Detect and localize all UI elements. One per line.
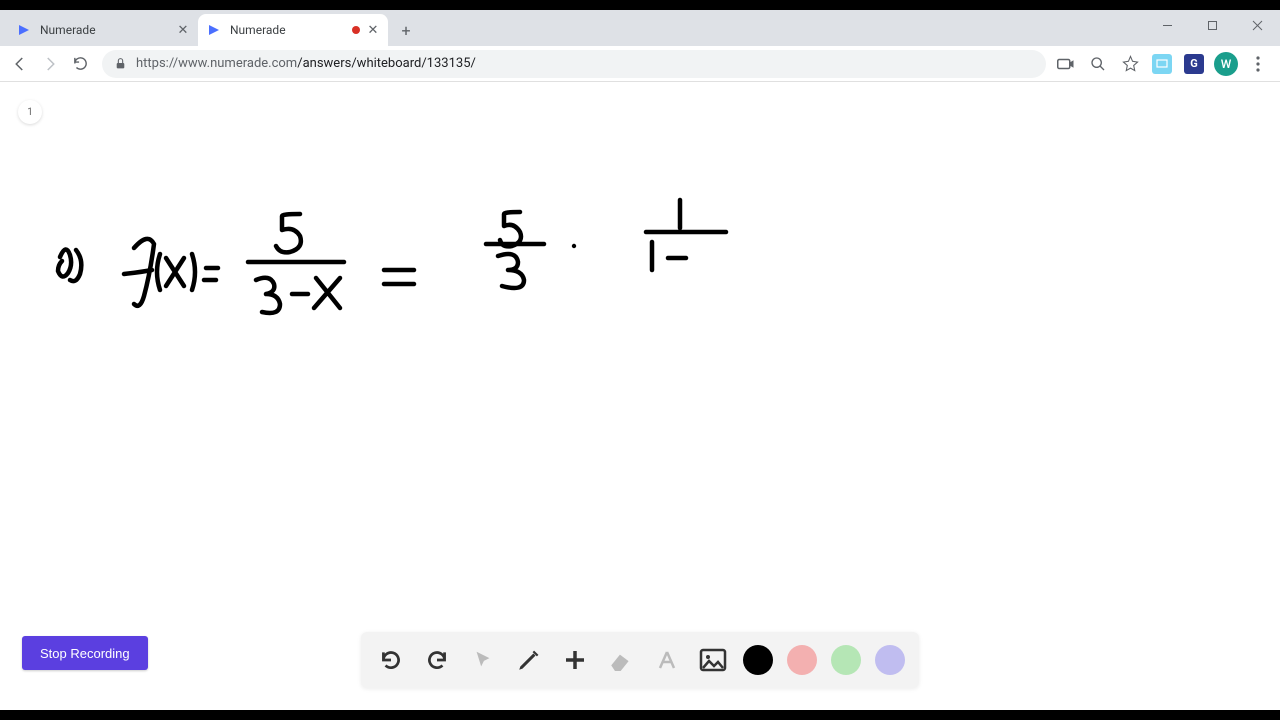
favicon-numerade — [206, 22, 222, 38]
tab-title: Numerade — [230, 23, 352, 37]
browser-toolbar: https://www.numerade.com/answers/whitebo… — [0, 46, 1280, 82]
pointer-tool[interactable] — [467, 644, 499, 676]
profile-avatar[interactable]: W — [1214, 52, 1238, 76]
text-tool[interactable] — [651, 644, 683, 676]
stop-recording-button[interactable]: Stop Recording — [22, 636, 148, 670]
color-green[interactable] — [831, 645, 861, 675]
window-top-border — [0, 0, 1280, 10]
lock-icon — [114, 57, 128, 71]
url-path: /answers/whiteboard/133135/ — [297, 56, 476, 71]
image-tool[interactable] — [697, 644, 729, 676]
browser-window: Numerade ✕ Numerade ✕ + https://www.nume… — [0, 10, 1280, 710]
address-bar[interactable]: https://www.numerade.com/answers/whitebo… — [102, 50, 1046, 78]
tab-numerade-2[interactable]: Numerade ✕ — [198, 14, 388, 46]
window-controls — [1145, 10, 1280, 46]
eraser-tool[interactable] — [605, 644, 637, 676]
recording-indicator-icon — [352, 26, 360, 34]
tab-numerade-1[interactable]: Numerade ✕ — [8, 14, 198, 46]
add-tool[interactable] — [559, 644, 591, 676]
tab-strip: Numerade ✕ Numerade ✕ + — [0, 10, 1280, 46]
maximize-button[interactable] — [1190, 10, 1235, 40]
handwriting-canvas — [0, 82, 1280, 710]
redo-button[interactable] — [421, 644, 453, 676]
color-purple[interactable] — [875, 645, 905, 675]
toolbar-right-icons: G W — [1054, 52, 1274, 76]
favicon-numerade — [16, 22, 32, 38]
tool-tray — [361, 632, 919, 688]
tab-title: Numerade — [40, 23, 176, 37]
new-tab-button[interactable]: + — [392, 16, 420, 44]
media-icon[interactable] — [1054, 52, 1078, 76]
kebab-menu-icon[interactable] — [1246, 52, 1270, 76]
bookmark-star-icon[interactable] — [1118, 52, 1142, 76]
back-button[interactable] — [6, 50, 34, 78]
forward-button[interactable] — [36, 50, 64, 78]
color-pink[interactable] — [787, 645, 817, 675]
close-tab-icon[interactable]: ✕ — [176, 23, 190, 37]
extension-screencast-icon[interactable] — [1150, 52, 1174, 76]
close-window-button[interactable] — [1235, 10, 1280, 40]
extension-grammarly-icon[interactable]: G — [1182, 52, 1206, 76]
close-tab-icon[interactable]: ✕ — [366, 23, 380, 37]
pen-tool[interactable] — [513, 644, 545, 676]
whiteboard-area[interactable]: 1 — [0, 82, 1280, 710]
reload-button[interactable] — [66, 50, 94, 78]
search-icon[interactable] — [1086, 52, 1110, 76]
color-black[interactable] — [743, 645, 773, 675]
url-text: https://www.numerade.com/answers/whitebo… — [136, 56, 476, 71]
undo-button[interactable] — [375, 644, 407, 676]
url-host: https://www.numerade.com — [136, 56, 297, 71]
minimize-button[interactable] — [1145, 10, 1190, 40]
